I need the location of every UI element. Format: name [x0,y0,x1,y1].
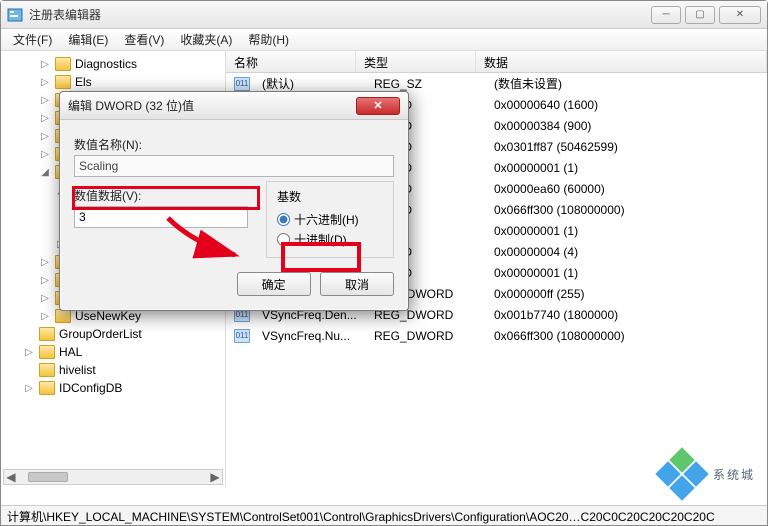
folder-icon [39,327,55,341]
folder-icon [39,381,55,395]
expand-icon[interactable]: ▷ [39,275,51,286]
tree-item[interactable]: ▷ Diagnostics [5,55,225,73]
cell-type: REG_SZ [366,77,486,91]
expand-icon[interactable]: ▷ [39,131,51,142]
folder-icon [55,75,71,89]
cell-data: 0x00000640 (1600) [486,98,767,112]
expand-icon[interactable]: ◢ [39,167,51,178]
cell-data: 0x0301ff87 (50462599) [486,140,767,154]
cell-data: 0x066ff300 (108000000) [486,203,767,217]
col-type[interactable]: 类型 [356,51,476,72]
expand-icon[interactable]: ▷ [39,257,51,268]
titlebar: 注册表编辑器 ─ ▢ ✕ [1,1,767,29]
minimize-button[interactable]: ─ [651,6,681,24]
cell-data: 0x00000004 (4) [486,245,767,259]
maximize-button[interactable]: ▢ [685,6,715,24]
expand-icon[interactable]: ▷ [39,59,51,70]
tree-item[interactable]: hivelist [5,361,225,379]
tree-item[interactable]: ▷ Els [5,73,225,91]
tree-item[interactable]: ▷ HAL [5,343,225,361]
tree-label: GroupOrderList [59,327,142,341]
expand-icon[interactable]: ▷ [23,383,35,394]
cell-data: 0x00000001 (1) [486,161,767,175]
tree-label: Diagnostics [75,57,137,71]
tree-label: UseNewKey [75,309,141,323]
close-button[interactable]: ✕ [719,6,761,24]
tree-label: Els [75,75,92,89]
radio-dec[interactable]: 十进制(D) [277,229,383,249]
ok-button[interactable]: 确定 [237,272,311,296]
col-data[interactable]: 数据 [476,51,767,72]
list-row[interactable]: 011 VSyncFreq.Nu...REG_DWORD0x066ff300 (1… [226,325,767,346]
value-name-label: 数值名称(N): [74,136,394,153]
folder-icon [39,345,55,359]
list-header: 名称 类型 数据 [226,51,767,73]
tree-scrollbar[interactable]: ◀▶ [3,469,223,485]
col-name[interactable]: 名称 [226,51,356,72]
cell-data: (数值未设置) [486,75,767,92]
folder-icon [55,309,71,323]
expand-icon[interactable]: ▷ [39,149,51,160]
radio-dec-input[interactable] [277,233,290,246]
value-name-input [74,155,394,177]
folder-icon [55,57,71,71]
base-legend: 基数 [277,188,383,205]
menu-help[interactable]: 帮助(H) [240,29,297,50]
watermark: 系统城 [659,451,755,497]
value-data-label: 数值数据(V): [74,187,248,204]
value-data-input[interactable] [74,206,248,228]
cell-data: 0x000000ff (255) [486,287,767,301]
expand-icon[interactable]: ▷ [23,347,35,358]
tree-item[interactable]: ▷ IDConfigDB [5,379,225,397]
menu-fav[interactable]: 收藏夹(A) [172,29,240,50]
app-icon [7,7,23,23]
value-icon: 011 [234,77,250,91]
edit-dword-dialog: 编辑 DWORD (32 位)值 ✕ 数值名称(N): 数值数据(V): 基数 … [59,91,409,311]
cell-type: REG_DWORD [366,329,486,343]
watermark-logo-icon [659,451,705,497]
cell-name: (默认) [254,75,366,92]
base-fieldset: 基数 十六进制(H) 十进制(D) [266,181,394,258]
expand-icon[interactable]: ▷ [39,77,51,88]
tree-label: HAL [59,345,82,359]
tree-label: hivelist [59,363,96,377]
cell-data: 0x066ff300 (108000000) [486,329,767,343]
cell-data: 0x00000001 (1) [486,266,767,280]
menu-view[interactable]: 查看(V) [116,29,172,50]
tree-item[interactable]: GroupOrderList [5,325,225,343]
radio-hex-input[interactable] [277,213,290,226]
tree-label: IDConfigDB [59,381,122,395]
expand-icon[interactable]: ▷ [39,311,51,322]
cell-data: 0x00000001 (1) [486,224,767,238]
cell-data: 0x00000384 (900) [486,119,767,133]
menubar: 文件(F) 编辑(E) 查看(V) 收藏夹(A) 帮助(H) [1,29,767,51]
dialog-close-button[interactable]: ✕ [356,97,400,115]
cell-data: 0x0000ea60 (60000) [486,182,767,196]
dialog-title: 编辑 DWORD (32 位)值 [68,97,356,114]
expand-icon[interactable]: ▷ [39,293,51,304]
radio-hex[interactable]: 十六进制(H) [277,209,383,229]
cell-name: VSyncFreq.Nu... [254,329,366,343]
cell-data: 0x001b7740 (1800000) [486,308,767,322]
cancel-button[interactable]: 取消 [320,272,394,296]
status-bar: 计算机\HKEY_LOCAL_MACHINE\SYSTEM\ControlSet… [1,505,767,525]
watermark-text: 系统城 [713,466,755,483]
window-title: 注册表编辑器 [29,6,651,23]
value-icon: 011 [234,329,250,343]
expand-icon[interactable]: ▷ [39,95,51,106]
folder-icon [39,363,55,377]
expand-icon[interactable]: ▷ [39,113,51,124]
menu-file[interactable]: 文件(F) [5,29,60,50]
menu-edit[interactable]: 编辑(E) [60,29,116,50]
